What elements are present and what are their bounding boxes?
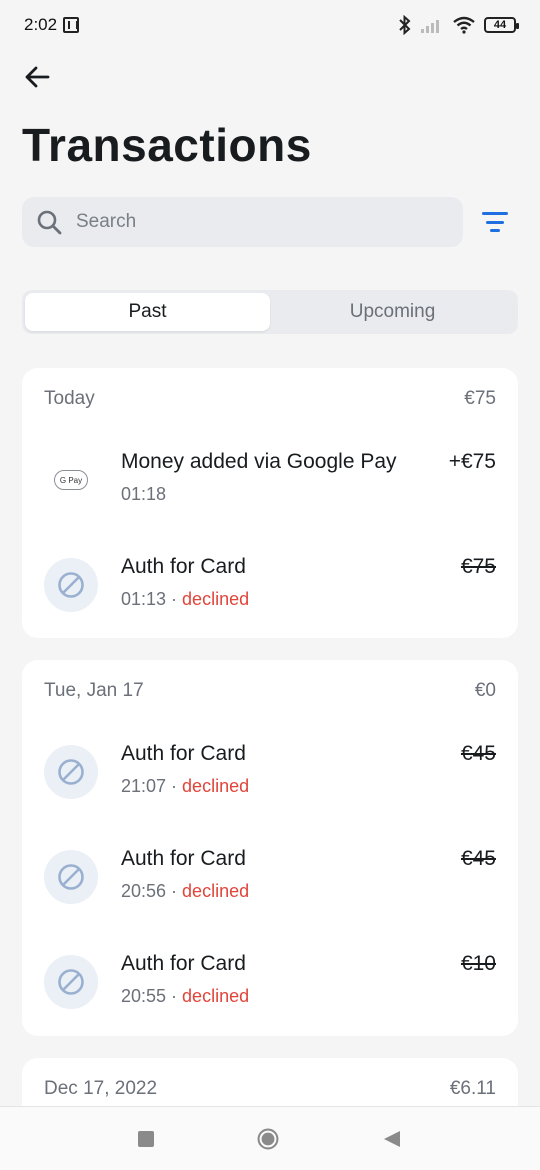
- status-declined: declined: [182, 589, 250, 609]
- separator: ·: [166, 776, 183, 796]
- transaction-amount: +€75: [448, 450, 496, 473]
- declined-icon: [44, 558, 98, 612]
- transaction-text: Auth for Card 21:07 · declined: [121, 742, 249, 797]
- google-pay-icon: G Pay: [44, 453, 98, 507]
- nfc-icon: [63, 17, 80, 33]
- group-header: Tue, Jan 17 €0: [22, 660, 518, 722]
- signal-icon: [421, 20, 439, 33]
- arrow-left-icon: [25, 66, 50, 88]
- transaction-row[interactable]: Auth for Card 20:56 · declined €45: [22, 827, 518, 932]
- google-pay-badge: G Pay: [54, 470, 88, 490]
- transaction-group-jan-17: Tue, Jan 17 €0 Auth for Card 21:07 · dec…: [22, 660, 518, 1036]
- group-total: €0: [474, 680, 496, 701]
- tab-past[interactable]: Past: [25, 293, 270, 331]
- battery-level: 44: [493, 19, 507, 31]
- filter-button[interactable]: [480, 209, 510, 235]
- transaction-subtitle: 20:56 · declined: [121, 881, 249, 902]
- page-title: Transactions: [22, 119, 312, 171]
- status-declined: declined: [182, 881, 250, 901]
- transaction-time: 01:13: [121, 589, 167, 609]
- transaction-time: 01:18: [121, 484, 167, 504]
- back-button[interactable]: [22, 62, 52, 92]
- transaction-time: 21:07: [121, 776, 167, 796]
- transaction-text: Auth for Card 20:56 · declined: [121, 847, 249, 902]
- transaction-title: Auth for Card: [121, 555, 246, 578]
- transaction-row[interactable]: Auth for Card 20:55 · declined €10: [22, 932, 518, 1037]
- group-date: Tue, Jan 17: [44, 680, 144, 701]
- transaction-title: Auth for Card: [121, 742, 246, 765]
- status-declined: declined: [182, 986, 250, 1006]
- status-time: 2:02: [24, 15, 58, 34]
- transaction-text: Auth for Card 01:13 · declined: [121, 555, 249, 610]
- battery-icon: 44: [484, 17, 519, 33]
- declined-icon: [44, 745, 98, 799]
- transaction-row[interactable]: Auth for Card 21:07 · declined €45: [22, 722, 518, 827]
- transaction-time: 20:56: [121, 881, 167, 901]
- status-left: 2:02: [24, 15, 80, 35]
- transaction-text: Money added via Google Pay 01:18: [121, 450, 397, 505]
- transaction-subtitle: 20:55 · declined: [121, 986, 249, 1007]
- group-date: Today: [44, 388, 95, 409]
- tabs: Past Upcoming: [22, 290, 518, 334]
- filter-icon-line-1: [482, 212, 508, 215]
- transaction-amount: €10: [460, 952, 496, 975]
- transaction-title: Money added via Google Pay: [121, 450, 397, 473]
- transaction-subtitle: 21:07 · declined: [121, 776, 249, 797]
- wifi-icon: [453, 16, 475, 34]
- declined-icon: [44, 955, 98, 1009]
- declined-icon: [44, 850, 98, 904]
- transaction-amount: €45: [460, 742, 496, 765]
- transaction-amount: €75: [460, 555, 496, 578]
- group-total: €75: [464, 388, 496, 409]
- recents-icon: [138, 1131, 154, 1147]
- tab-upcoming[interactable]: Upcoming: [270, 293, 515, 331]
- separator: ·: [166, 986, 183, 1006]
- transaction-time: 20:55: [121, 986, 167, 1006]
- recents-button[interactable]: [134, 1127, 158, 1151]
- group-header: Today €75: [22, 368, 518, 430]
- search-input[interactable]: [76, 211, 416, 233]
- transaction-text: Auth for Card 20:55 · declined: [121, 952, 249, 1007]
- separator: ·: [166, 589, 183, 609]
- home-button[interactable]: [256, 1127, 280, 1151]
- group-date: Dec 17, 2022: [44, 1078, 158, 1099]
- separator: ·: [166, 881, 183, 901]
- transaction-subtitle: 01:13 · declined: [121, 589, 249, 610]
- back-icon: [384, 1131, 400, 1147]
- system-nav-bar: [0, 1106, 540, 1170]
- transaction-amount: €45: [460, 847, 496, 870]
- transaction-group-today: Today €75 G Pay Money added via Google P…: [22, 368, 518, 638]
- transaction-row[interactable]: G Pay Money added via Google Pay 01:18 +…: [22, 430, 518, 535]
- status-declined: declined: [182, 776, 250, 796]
- search-box[interactable]: [22, 197, 463, 247]
- status-right: 44: [398, 15, 519, 35]
- home-icon: [257, 1128, 279, 1150]
- filter-icon-line-2: [486, 220, 504, 224]
- group-total: €6.11: [449, 1078, 496, 1099]
- transaction-title: Auth for Card: [121, 847, 246, 870]
- system-back-button[interactable]: [380, 1127, 404, 1151]
- bluetooth-icon: [399, 15, 411, 35]
- search-icon: [37, 210, 62, 235]
- status-bar: 2:02 44: [0, 0, 540, 50]
- transaction-title: Auth for Card: [121, 952, 246, 975]
- transaction-row[interactable]: Auth for Card 01:13 · declined €75: [22, 535, 518, 640]
- filter-icon-line-3: [490, 229, 500, 232]
